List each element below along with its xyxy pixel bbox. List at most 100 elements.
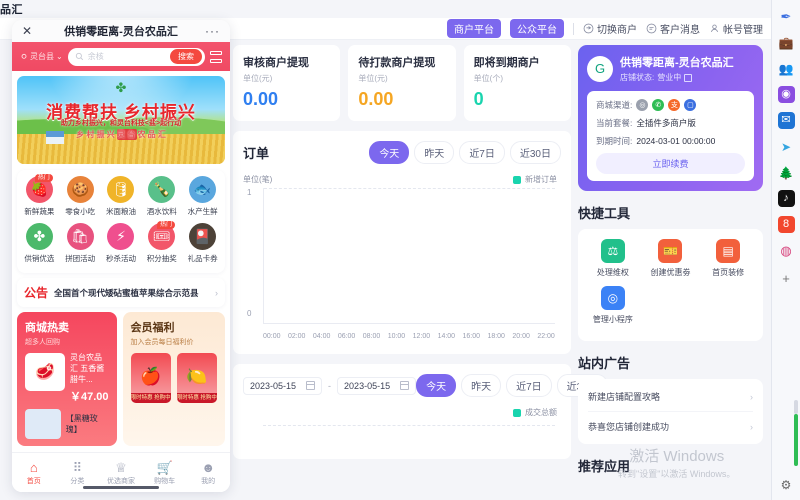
add-app-button[interactable]: + [782,271,790,286]
orders-xtick: 10:00 [387,333,406,340]
account-manage-link[interactable]: 帐号管理 [709,21,763,36]
qq-icon[interactable]: 8 [777,216,795,233]
stat-cards-row: 审核商户提现 单位(元) 0.00 待打款商户提现 单位(元) 0.00 即将到… [233,45,571,121]
tab-mine[interactable]: ☻ 我的 [186,460,230,486]
orders-range-7days[interactable]: 近7日 [459,141,505,164]
switch-merchant-link[interactable]: 切换商户 [583,21,637,36]
tool-homepage-decorate[interactable]: ▤ 首页装修 [699,239,757,278]
outlook-icon[interactable]: ✉ [777,112,795,129]
people-icon[interactable]: 👥 [778,60,795,77]
gear-icon[interactable]: ⚙ [781,478,792,492]
scrollbar-thumb[interactable] [794,414,798,466]
sales-range-today[interactable]: 今天 [416,374,457,397]
member-benefit-card[interactable]: 会员福利 加入会员每日福利价 🍎 限时特惠 抢购中 🍋 限时特惠 抢购中 [122,312,225,447]
tool-manage-miniprogram[interactable]: ◎ 管理小程序 [584,286,642,325]
category-icon: 🛍 [66,223,94,250]
copilot-icon[interactable]: ◉ [777,86,795,103]
sales-chart-legend[interactable]: 成交总额 [513,407,557,418]
category-item[interactable]: 🛢 米面粮油 [101,176,142,217]
orders-range-today[interactable]: 今天 [369,141,410,164]
category-item[interactable]: 🍪 零食小吃 [60,176,101,217]
category-icon: 🐟 [189,176,217,203]
customer-message-link[interactable]: 客户消息 [646,21,700,36]
switch-icon [583,23,594,34]
orders-chart-legend[interactable]: 新增订单 [513,174,557,185]
category-item[interactable]: ⚡ 秒杀活动 [101,223,142,264]
home-indicator [83,486,159,489]
mobile-search-button[interactable]: 搜索 [170,49,202,64]
shop-status-label: 店铺状态: [620,73,655,82]
tab-preferred-merchant[interactable]: ♕ 优选商家 [99,460,143,486]
tree-icon[interactable]: 🌲 [778,164,795,181]
category-label: 新鲜蔬果 [24,207,55,216]
tab-cart[interactable]: 🛒 购物车 [143,460,187,486]
public-platform-button[interactable]: 公众平台 [510,19,564,38]
telegram-icon[interactable]: ➤ [778,138,795,155]
pen-icon[interactable]: ✒ [778,8,795,25]
scan-icon[interactable] [210,50,222,63]
site-ad-label: 新建店铺配置攻略 [588,392,661,402]
tiktok-icon[interactable]: ♪ [777,190,795,207]
briefcase-icon[interactable]: 💼 [778,34,795,51]
announcement-badge: 公告 [24,286,49,300]
date-to-input[interactable]: 2023-05-15 [337,376,417,395]
product-caption: 限时特惠 抢购中 [130,393,171,403]
renew-button[interactable]: 立即续费 [596,153,745,174]
shop-package-value: 全插件多商户版 [636,118,696,128]
hot-sale-subtitle: 超多人回购 [25,339,60,346]
mobile-search-input[interactable]: 余核 搜索 [67,47,205,66]
browser-tab-title[interactable]: 品汇 [0,1,23,17]
category-icon: ✤ [25,223,53,250]
category-label: 供销优选 [24,254,55,263]
hot-sale-card[interactable]: 商城热卖 超多人回购 🥩 灵台农品汇 五香酱腊牛... ￥47.00 【黑糖玫瑰… [17,312,117,447]
tool-handle-rights[interactable]: ⚖ 处理维权 [584,239,642,278]
announcement-bar[interactable]: 公告 全国首个现代矮砧蜜植苹果综合示范县 › [17,278,225,307]
site-ad-item[interactable]: 新建店铺配置攻略 › [588,382,753,412]
orders-xtick: 12:00 [412,333,431,340]
orders-xtick: 04:00 [312,333,331,340]
tab-label: 购物车 [154,477,176,485]
wechat-channel-icon[interactable]: ✆ [652,99,665,111]
more-icon[interactable]: ··· [205,24,220,38]
orders-range-30days[interactable]: 近30日 [509,141,561,164]
merchant-platform-button[interactable]: 商户平台 [447,19,501,38]
shop-expire-label: 到期时间: [596,136,633,146]
category-icon: ⚡ [107,223,135,250]
promo-banner[interactable]: ✤ 消费帮扶 乡村振兴 助力乡村振兴，和灵台科技<盐>起行动 乡 村 振 兴 灵… [17,76,225,164]
category-item[interactable]: 🎴 礼品卡券 [182,223,223,264]
category-item[interactable]: 🛍 拼团活动 [60,223,101,264]
category-item[interactable]: 🍓 热门 新鲜蔬果 [19,174,60,217]
alipay-channel-icon[interactable]: 支 [668,99,681,111]
category-item[interactable]: 🎟 热门 积分抽奖 [141,221,182,264]
site-ad-item[interactable]: 恭喜您店铺创建成功 › [588,412,753,441]
member-product-card[interactable]: 🍋 限时特惠 抢购中 [176,353,217,403]
date-from-input[interactable]: 2023-05-15 [243,376,323,395]
category-item[interactable]: 🍾 酒水饮料 [141,176,182,217]
member-benefit-title: 会员福利 [130,322,175,334]
stat-unit: 单位(元) [358,74,388,83]
tool-create-coupon[interactable]: 🎫 创建优惠劵 [642,239,700,278]
member-product-card[interactable]: 🍎 限时特惠 抢购中 [130,353,171,403]
category-label: 礼品卡券 [187,254,218,263]
app-channel-icon[interactable]: ▢ [684,99,697,111]
scrollbar-track[interactable] [794,400,798,414]
product-thumbnail [25,409,61,440]
category-item[interactable]: 🐟 水产生鲜 [182,176,223,217]
tab-category[interactable]: ⠿ 分类 [56,460,100,486]
sales-range-yesterday[interactable]: 昨天 [461,374,502,397]
tab-home[interactable]: ⌂ 首页 [12,460,56,486]
category-label: 水产生鲜 [187,207,218,216]
orders-range-yesterday[interactable]: 昨天 [414,141,455,164]
sales-panel: 2023-05-15 - 2023-05-15 今天 昨天 近7日 近30日 [233,364,608,459]
product-name: 灵台农品汇 五香酱腊牛... [70,353,105,384]
sales-range-7days[interactable]: 近7日 [506,374,552,397]
close-icon[interactable]: ✕ [22,24,32,38]
rainbow-icon[interactable]: ◍ [778,242,795,259]
h5-channel-icon[interactable]: ◎ [636,99,649,111]
edit-icon[interactable] [684,73,693,82]
category-label: 积分抽奖 [146,254,177,263]
hot-sale-product[interactable]: 🥩 灵台农品汇 五香酱腊牛... ￥47.00 [25,353,109,404]
category-item[interactable]: ✤ 供销优选 [19,223,60,264]
location-selector[interactable]: 灵台县 ⌄ [20,51,63,62]
hot-sale-product-2[interactable]: 【黑糖玫瑰】 [25,409,109,440]
